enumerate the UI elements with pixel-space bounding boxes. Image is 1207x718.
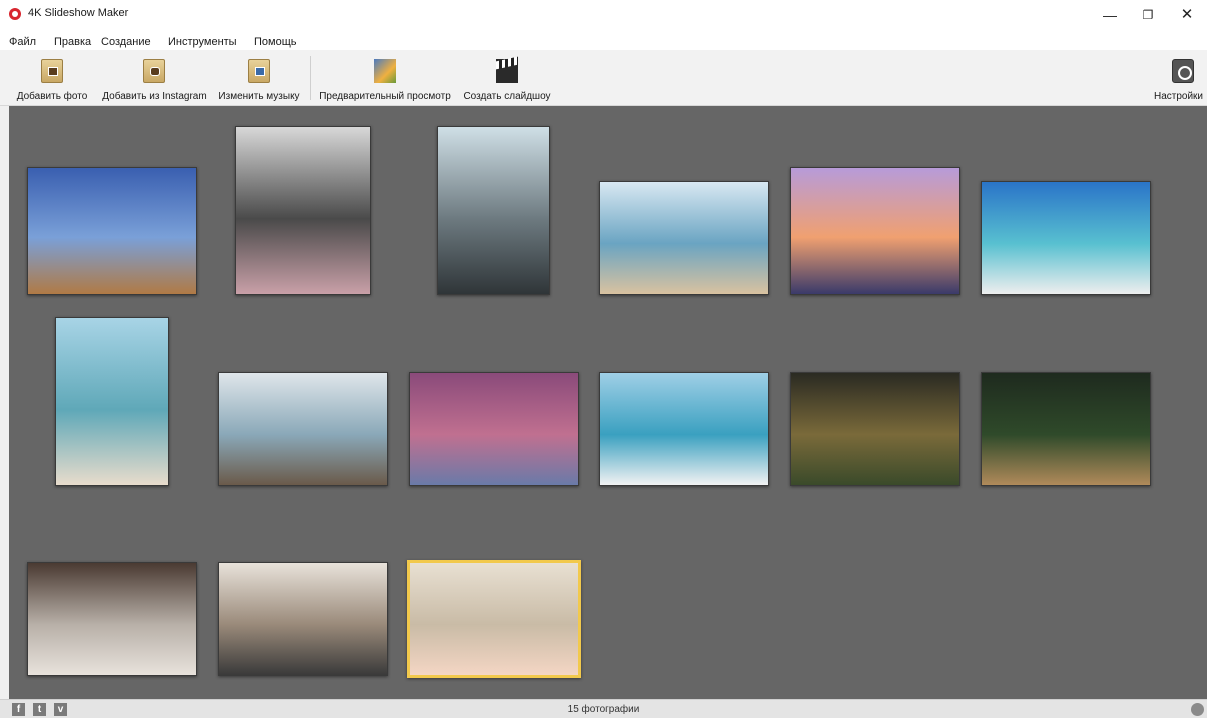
preview-icon	[374, 59, 396, 83]
window-title: 4K Slideshow Maker	[28, 7, 129, 19]
menu-bar: Файл Правка Создание Инструменты Помощь	[0, 30, 1207, 50]
instagram-icon	[143, 59, 165, 83]
photo-thumbnail[interactable]	[981, 372, 1151, 486]
app-logo-icon	[9, 8, 21, 20]
photo-thumbnail[interactable]	[790, 372, 960, 486]
preview-button[interactable]: Предварительный просмотр	[315, 50, 455, 106]
globe-icon[interactable]	[1191, 703, 1204, 716]
change-music-button[interactable]: Изменить музыку	[214, 50, 304, 106]
photo-thumbnail[interactable]	[599, 181, 769, 295]
menu-edit[interactable]: Правка	[54, 36, 91, 48]
photo-thumbnail[interactable]	[218, 562, 388, 676]
add-photo-icon	[41, 59, 63, 83]
photo-grid[interactable]	[9, 106, 1207, 699]
change-music-label: Изменить музыку	[218, 91, 300, 102]
photo-thumbnail[interactable]	[27, 562, 197, 676]
music-icon	[248, 59, 270, 83]
photo-thumbnail[interactable]	[409, 372, 579, 486]
photo-thumbnail[interactable]	[599, 372, 769, 486]
photo-thumbnail-selected[interactable]	[407, 560, 581, 678]
close-button[interactable]: ✕	[1172, 4, 1202, 26]
photo-thumbnail[interactable]	[27, 167, 197, 295]
status-bar: f t v 15 фотографии	[0, 699, 1207, 718]
clapperboard-icon	[496, 59, 518, 83]
photo-thumbnail[interactable]	[235, 126, 371, 295]
menu-help[interactable]: Помощь	[254, 36, 297, 48]
settings-label: Настройки	[1153, 91, 1204, 102]
minimize-button[interactable]: —	[1095, 4, 1125, 26]
menu-tools[interactable]: Инструменты	[168, 36, 237, 48]
photo-count: 15 фотографии	[567, 704, 640, 715]
add-photo-button[interactable]: Добавить фото	[13, 50, 91, 106]
toolbar: Добавить фото Добавить из Instagram Изме…	[0, 50, 1207, 106]
photo-thumbnail[interactable]	[790, 167, 960, 295]
add-instagram-button[interactable]: Добавить из Instagram	[99, 50, 210, 106]
toolbar-separator	[310, 56, 311, 100]
create-slideshow-button[interactable]: Создать слайдшоу	[459, 50, 555, 106]
photo-thumbnail[interactable]	[218, 372, 388, 486]
maximize-button[interactable]: ❐	[1133, 4, 1163, 26]
add-instagram-label: Добавить из Instagram	[102, 91, 207, 102]
photo-thumbnail[interactable]	[55, 317, 169, 486]
create-slideshow-label: Создать слайдшоу	[463, 91, 551, 102]
photo-thumbnail[interactable]	[437, 126, 550, 295]
add-photo-label: Добавить фото	[16, 91, 88, 102]
settings-icon	[1172, 59, 1194, 83]
photo-thumbnail[interactable]	[981, 181, 1151, 295]
title-bar: 4K Slideshow Maker — ❐ ✕	[0, 0, 1207, 30]
menu-create[interactable]: Создание	[101, 36, 151, 48]
menu-file[interactable]: Файл	[9, 36, 36, 48]
settings-button[interactable]: Настройки	[1150, 50, 1207, 106]
preview-label: Предварительный просмотр	[319, 91, 451, 102]
